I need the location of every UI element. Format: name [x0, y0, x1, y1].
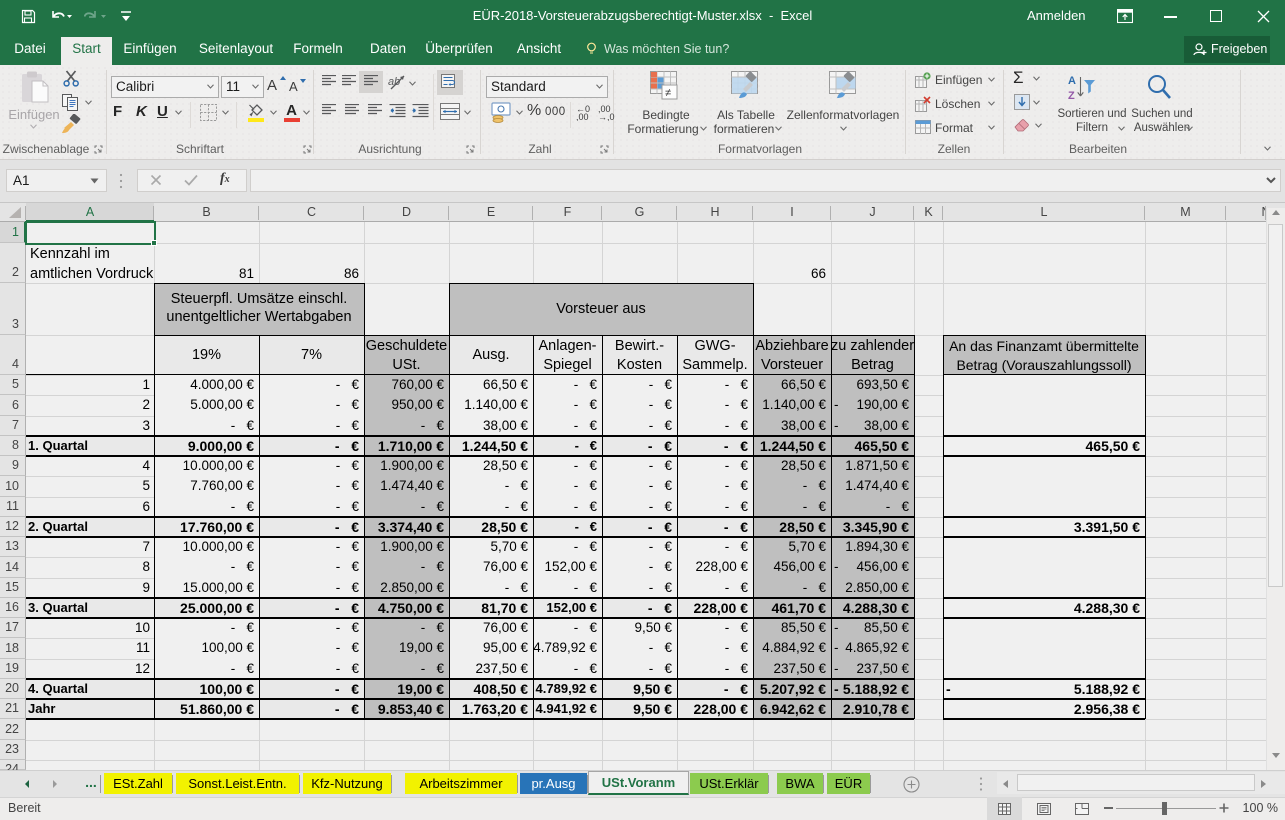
svg-text:→,0: →,0 [598, 112, 615, 121]
svg-text:Z: Z [1068, 90, 1075, 102]
svg-text:≠: ≠ [665, 87, 671, 99]
svg-text:,00: ,00 [576, 112, 589, 121]
svg-text:A: A [1068, 75, 1076, 87]
